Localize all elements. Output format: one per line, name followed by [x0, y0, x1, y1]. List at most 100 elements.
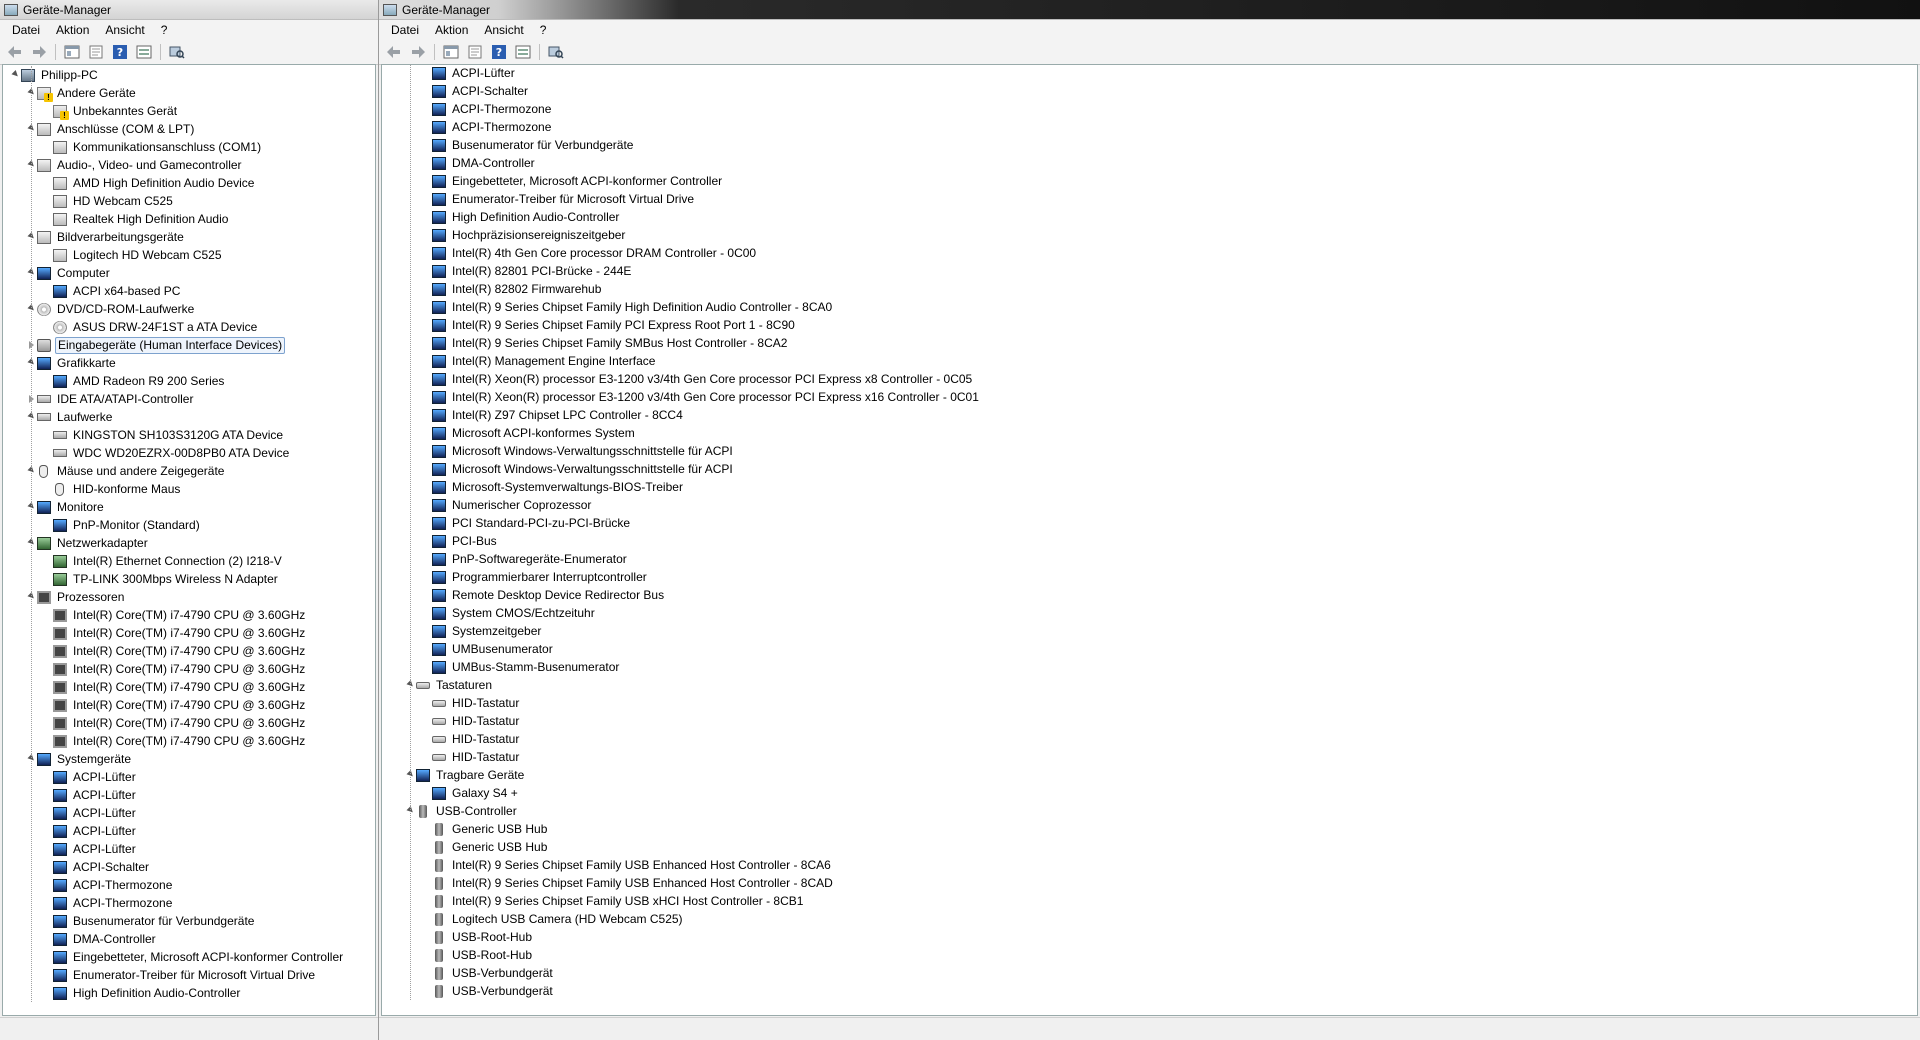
tree-device-row[interactable]: Realtek High Definition Audio: [3, 210, 375, 228]
tree-device-row[interactable]: Intel(R) Core(TM) i7-4790 CPU @ 3.60GHz: [3, 642, 375, 660]
tree-device-row[interactable]: ACPI-Thermozone: [382, 118, 1917, 136]
scan-hardware-icon[interactable]: [545, 42, 567, 62]
tree-device-row[interactable]: Intel(R) Z97 Chipset LPC Controller - 8C…: [382, 406, 1917, 424]
tree-device-row[interactable]: ACPI-Schalter: [382, 82, 1917, 100]
tree-device-row[interactable]: Busenumerator für Verbundgeräte: [3, 912, 375, 930]
tree-device-row[interactable]: USB-Verbundgerät: [382, 982, 1917, 1000]
tree-device-row[interactable]: Busenumerator für Verbundgeräte: [382, 136, 1917, 154]
tree-device-row[interactable]: Enumerator-Treiber für Microsoft Virtual…: [382, 190, 1917, 208]
menu-action[interactable]: Aktion: [48, 20, 97, 40]
tree-category-row[interactable]: Tragbare Geräte: [382, 766, 1917, 784]
tree-category-row[interactable]: Laufwerke: [3, 408, 375, 426]
tree-device-row[interactable]: Intel(R) Xeon(R) processor E3-1200 v3/4t…: [382, 388, 1917, 406]
tree-device-row[interactable]: PCI-Bus: [382, 532, 1917, 550]
tree-device-row[interactable]: DMA-Controller: [3, 930, 375, 948]
tree-device-row[interactable]: AMD Radeon R9 200 Series: [3, 372, 375, 390]
tree-category-row[interactable]: Anschlüsse (COM & LPT): [3, 120, 375, 138]
tree-device-row[interactable]: Unbekanntes Gerät: [3, 102, 375, 120]
tree-device-row[interactable]: ACPI-Schalter: [3, 858, 375, 876]
tree-device-row[interactable]: Intel(R) Ethernet Connection (2) I218-V: [3, 552, 375, 570]
tree-device-row[interactable]: Eingebetteter, Microsoft ACPI-konformer …: [3, 948, 375, 966]
tree-device-row[interactable]: Intel(R) 9 Series Chipset Family USB Enh…: [382, 856, 1917, 874]
tree-device-row[interactable]: AMD High Definition Audio Device: [3, 174, 375, 192]
tree-device-row[interactable]: ACPI-Lüfter: [3, 786, 375, 804]
tree-device-row[interactable]: Intel(R) Core(TM) i7-4790 CPU @ 3.60GHz: [3, 660, 375, 678]
tree-device-row[interactable]: PnP-Monitor (Standard): [3, 516, 375, 534]
tree-device-row[interactable]: ACPI-Lüfter: [382, 65, 1917, 82]
tree-category-row[interactable]: Mäuse und andere Zeigegeräte: [3, 462, 375, 480]
tree-device-row[interactable]: Intel(R) 82802 Firmwarehub: [382, 280, 1917, 298]
properties-icon[interactable]: [464, 42, 486, 62]
tree-device-row[interactable]: ACPI-Lüfter: [3, 822, 375, 840]
tree-device-row[interactable]: ACPI x64-based PC: [3, 282, 375, 300]
tree-device-row[interactable]: WDC WD20EZRX-00D8PB0 ATA Device: [3, 444, 375, 462]
tree-device-row[interactable]: Generic USB Hub: [382, 838, 1917, 856]
tree-device-row[interactable]: Eingebetteter, Microsoft ACPI-konformer …: [382, 172, 1917, 190]
tree-device-row[interactable]: ACPI-Lüfter: [3, 768, 375, 786]
tree-device-row[interactable]: ACPI-Lüfter: [3, 804, 375, 822]
tree-device-row[interactable]: Logitech USB Camera (HD Webcam C525): [382, 910, 1917, 928]
tree-device-row[interactable]: USB-Root-Hub: [382, 928, 1917, 946]
tree-device-row[interactable]: Numerischer Coprozessor: [382, 496, 1917, 514]
tree-category-row[interactable]: USB-Controller: [382, 802, 1917, 820]
tree-device-row[interactable]: ACPI-Thermozone: [3, 876, 375, 894]
forward-icon[interactable]: [407, 42, 429, 62]
scan-hardware-icon[interactable]: [166, 42, 188, 62]
tree-device-row[interactable]: USB-Verbundgerät: [382, 964, 1917, 982]
title-bar[interactable]: Geräte-Manager: [0, 0, 378, 20]
tree-device-row[interactable]: Hochpräzisionsereigniszeitgeber: [382, 226, 1917, 244]
tree-device-row[interactable]: Intel(R) 9 Series Chipset Family USB Enh…: [382, 874, 1917, 892]
tree-device-row[interactable]: Intel(R) Core(TM) i7-4790 CPU @ 3.60GHz: [3, 624, 375, 642]
help-icon[interactable]: ?: [109, 42, 131, 62]
menu-action[interactable]: Aktion: [427, 20, 476, 40]
tree-device-row[interactable]: Remote Desktop Device Redirector Bus: [382, 586, 1917, 604]
tree-device-row[interactable]: ASUS DRW-24F1ST a ATA Device: [3, 318, 375, 336]
tree-device-row[interactable]: Galaxy S4 +: [382, 784, 1917, 802]
menu-help[interactable]: ?: [153, 20, 176, 40]
tree-category-row[interactable]: Bildverarbeitungsgeräte: [3, 228, 375, 246]
tree-category-row[interactable]: IDE ATA/ATAPI-Controller: [3, 390, 375, 408]
tree-device-row[interactable]: Intel(R) Management Engine Interface: [382, 352, 1917, 370]
tree-device-row[interactable]: UMBusenumerator: [382, 640, 1917, 658]
tree-device-row[interactable]: Enumerator-Treiber für Microsoft Virtual…: [3, 966, 375, 984]
tree-device-row[interactable]: ACPI-Thermozone: [3, 894, 375, 912]
tree-device-row[interactable]: Intel(R) 4th Gen Core processor DRAM Con…: [382, 244, 1917, 262]
tree-category-row[interactable]: Tastaturen: [382, 676, 1917, 694]
tree-device-row[interactable]: ACPI-Thermozone: [382, 100, 1917, 118]
tree-category-row[interactable]: Monitore: [3, 498, 375, 516]
tree-device-row[interactable]: HID-Tastatur: [382, 748, 1917, 766]
tree-device-row[interactable]: Intel(R) Core(TM) i7-4790 CPU @ 3.60GHz: [3, 732, 375, 750]
tree-device-row[interactable]: HID-Tastatur: [382, 730, 1917, 748]
tree-device-row[interactable]: System CMOS/Echtzeituhr: [382, 604, 1917, 622]
tree-device-row[interactable]: Intel(R) 82801 PCI-Brücke - 244E: [382, 262, 1917, 280]
back-icon[interactable]: [4, 42, 26, 62]
tree-category-row[interactable]: Audio-, Video- und Gamecontroller: [3, 156, 375, 174]
tree-category-row[interactable]: DVD/CD-ROM-Laufwerke: [3, 300, 375, 318]
tree-category-row[interactable]: Netzwerkadapter: [3, 534, 375, 552]
tree-category-row[interactable]: Grafikkarte: [3, 354, 375, 372]
tree-view-icon[interactable]: [61, 42, 83, 62]
tree-category-row[interactable]: Philipp-PC: [3, 66, 375, 84]
tree-category-row[interactable]: Prozessoren: [3, 588, 375, 606]
tree-device-row[interactable]: HID-Tastatur: [382, 694, 1917, 712]
properties-icon[interactable]: [85, 42, 107, 62]
tree-device-row[interactable]: Intel(R) 9 Series Chipset Family High De…: [382, 298, 1917, 316]
tree-device-row[interactable]: Intel(R) Core(TM) i7-4790 CPU @ 3.60GHz: [3, 606, 375, 624]
tree-device-row[interactable]: TP-LINK 300Mbps Wireless N Adapter: [3, 570, 375, 588]
tree-device-row[interactable]: Programmierbarer Interruptcontroller: [382, 568, 1917, 586]
tree-device-row[interactable]: KINGSTON SH103S3120G ATA Device: [3, 426, 375, 444]
tree-device-row[interactable]: USB-Root-Hub: [382, 946, 1917, 964]
view-icon[interactable]: [133, 42, 155, 62]
help-icon[interactable]: ?: [488, 42, 510, 62]
tree-device-row[interactable]: Intel(R) 9 Series Chipset Family USB xHC…: [382, 892, 1917, 910]
tree-device-row[interactable]: UMBus-Stamm-Busenumerator: [382, 658, 1917, 676]
tree-device-row[interactable]: Intel(R) 9 Series Chipset Family SMBus H…: [382, 334, 1917, 352]
tree-device-row[interactable]: Logitech HD Webcam C525: [3, 246, 375, 264]
tree-device-row[interactable]: High Definition Audio-Controller: [3, 984, 375, 1002]
tree-device-row[interactable]: Intel(R) 9 Series Chipset Family PCI Exp…: [382, 316, 1917, 334]
tree-device-row[interactable]: PCI Standard-PCI-zu-PCI-Brücke: [382, 514, 1917, 532]
tree-device-row[interactable]: Microsoft-Systemverwaltungs-BIOS-Treiber: [382, 478, 1917, 496]
tree-category-row[interactable]: Eingabegeräte (Human Interface Devices): [3, 336, 375, 354]
title-bar[interactable]: Geräte-Manager: [379, 0, 1920, 20]
tree-device-row[interactable]: HID-Tastatur: [382, 712, 1917, 730]
